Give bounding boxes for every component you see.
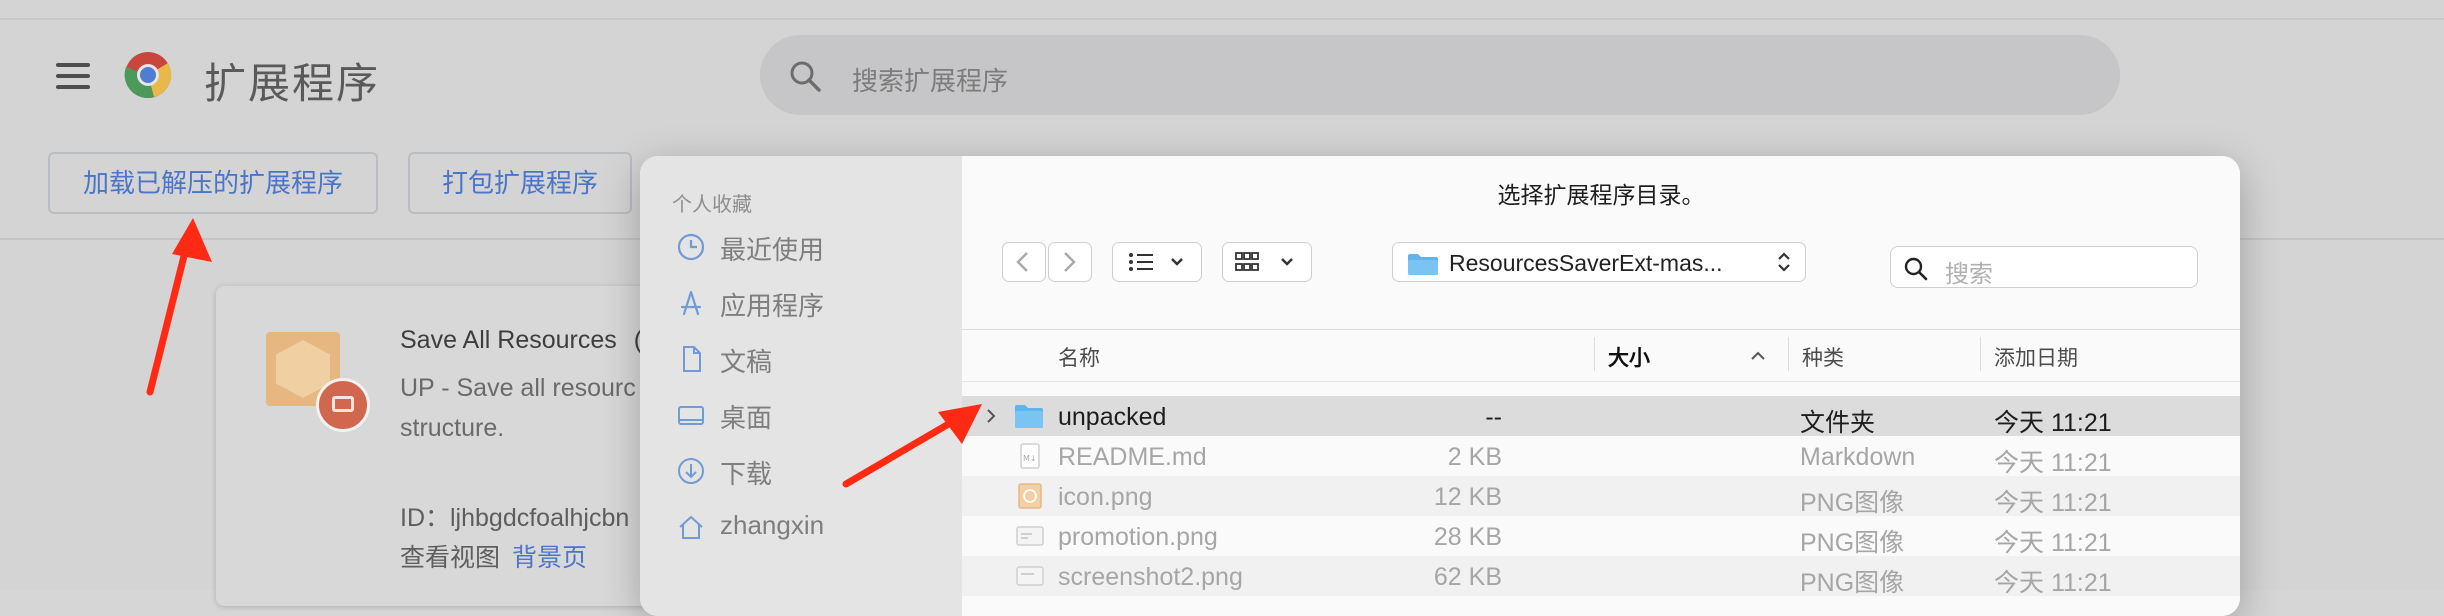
extension-id: ID：ljhbgdcfoalhjcbn [400,504,630,532]
file-name: promotion.png [1058,523,1218,551]
sidebar-item-desktop[interactable]: 桌面 [676,396,946,436]
file-size: 12 KB [1433,483,1502,511]
sidebar-item-label: 桌面 [720,403,773,433]
file-kind: PNG图像 [1800,529,1905,557]
updown-chevron-icon [1778,252,1790,272]
grid-view-menu-button[interactable] [1222,242,1312,282]
file-row-icon-png: icon.png 12 KB PNG图像 今天 11:21 [962,476,2240,517]
file-size: 2 KB [1447,443,1502,471]
folder-icon [1015,405,1043,428]
sidebar-item-home[interactable]: zhangxin [676,508,946,548]
file-size: 28 KB [1433,523,1502,551]
sidebar-item-label: 最近使用 [720,235,825,265]
file-date: 今天 11:21 [1994,449,2112,477]
page-title: 扩展程序 [204,60,381,107]
extension-views: 查看视图 背景页 [400,538,587,574]
image-file-icon [1018,483,1042,509]
finder-sidebar: 个人收藏 最近使用 应用程序 文稿 桌面 下载 zhangxin [640,156,962,616]
file-size: 62 KB [1433,563,1502,591]
column-header-date-added[interactable]: 添加日期 [1994,342,2078,372]
disclosure-triangle-icon[interactable] [984,408,998,424]
column-separator [1980,337,1981,371]
search-placeholder: 搜索扩展程序 [852,66,1009,96]
file-row-readme: M↓ README.md 2 KB Markdown 今天 11:21 [962,436,2240,477]
file-kind: PNG图像 [1800,489,1905,517]
chrome-logo-icon [124,52,172,98]
column-header-size[interactable]: 大小 [1608,342,1650,372]
folder-icon [1408,254,1438,275]
file-date: 今天 11:21 [1994,489,2112,517]
current-folder-name: ResourcesSaverExt-mas... [1449,250,1723,276]
home-icon [679,515,703,539]
dialog-title: 选择扩展程序目录。 [1497,182,1705,208]
chevron-down-icon [1171,258,1183,266]
image-file-icon [1016,566,1044,586]
grid-view-icon [1235,252,1293,271]
extension-name: Save All Resources ( [400,326,642,355]
header-bottom-line [962,381,2240,382]
file-name: README.md [1058,443,1207,471]
column-header-kind[interactable]: 种类 [1802,342,1844,372]
file-kind: Markdown [1800,443,1916,471]
folder-path-popup[interactable]: ResourcesSaverExt-mas... [1392,242,1806,282]
image-file-icon [1016,526,1044,546]
sidebar-item-label: zhangxin [720,510,825,540]
window-top-border [0,18,2444,20]
extension-name-text: Save All Resources [400,326,617,354]
extension-badge-icon [316,378,370,432]
sidebar-item-recents[interactable]: 最近使用 [676,228,946,268]
sidebar-item-downloads[interactable]: 下载 [676,452,946,492]
menu-icon[interactable] [56,63,90,89]
file-kind: 文件夹 [1800,409,1876,437]
column-header-name[interactable]: 名称 [1058,342,1100,372]
file-chooser-dialog: 个人收藏 最近使用 应用程序 文稿 桌面 下载 zhangxin 选择扩展程序目… [640,156,2240,616]
download-icon [678,458,704,484]
file-date: 今天 11:21 [1994,409,2112,437]
svg-text:M↓: M↓ [1023,454,1037,463]
header-top-line [962,329,2240,330]
extension-description: UP - Save all resourc structure. [400,374,636,442]
sidebar-item-label: 文稿 [720,347,773,377]
file-name: icon.png [1058,483,1153,511]
file-date: 今天 11:21 [1994,569,2112,597]
chevron-right-icon [1064,252,1076,272]
forward-button[interactable] [1048,242,1092,282]
file-row-screenshot2-png: screenshot2.png 62 KB PNG图像 今天 11:21 [962,556,2240,597]
applications-icon [680,290,702,316]
search-placeholder: 搜索 [1945,261,1993,288]
sidebar-heading: 个人收藏 [672,194,752,216]
file-row-unpacked[interactable]: unpacked -- 文件夹 今天 11:21 [962,396,2240,437]
sidebar-item-label: 应用程序 [720,291,825,321]
extensions-search-bar[interactable]: 搜索扩展程序 [760,35,2120,115]
views-label: 查看视图 [400,544,501,572]
list-view-menu-button[interactable] [1112,242,1202,282]
load-unpacked-button[interactable]: 加载已解压的扩展程序 [48,152,378,214]
sidebar-item-applications[interactable]: 应用程序 [676,284,946,324]
search-icon [790,61,821,92]
document-icon [683,346,701,372]
pack-extension-button[interactable]: 打包扩展程序 [408,152,632,214]
dialog-search-field[interactable]: 搜索 [1890,246,2198,288]
chevron-left-icon [1016,252,1028,272]
file-date: 今天 11:21 [1994,529,2112,557]
file-browser: 选择扩展程序目录。 ResourcesSaverExt-mas... 搜索 名称… [962,156,2240,616]
file-row-promotion-png: promotion.png 28 KB PNG图像 今天 11:21 [962,516,2240,557]
file-name: screenshot2.png [1058,563,1243,591]
column-separator [1594,337,1595,371]
back-button[interactable] [1002,242,1046,282]
sidebar-item-documents[interactable]: 文稿 [676,340,946,380]
desktop-icon [678,406,704,425]
list-view-icon [1129,253,1183,271]
column-separator [1788,337,1789,371]
markdown-file-icon: M↓ [1020,443,1040,469]
file-name: unpacked [1058,403,1167,431]
background-page-link[interactable]: 背景页 [512,544,587,572]
extension-card: Save All Resources ( UP - Save all resou… [216,286,676,606]
file-size: -- [1485,403,1502,431]
file-kind: PNG图像 [1800,569,1905,597]
sidebar-item-label: 下载 [720,459,773,489]
clock-icon [677,233,705,261]
search-icon [1904,257,1928,281]
sort-ascending-icon [1751,351,1765,360]
